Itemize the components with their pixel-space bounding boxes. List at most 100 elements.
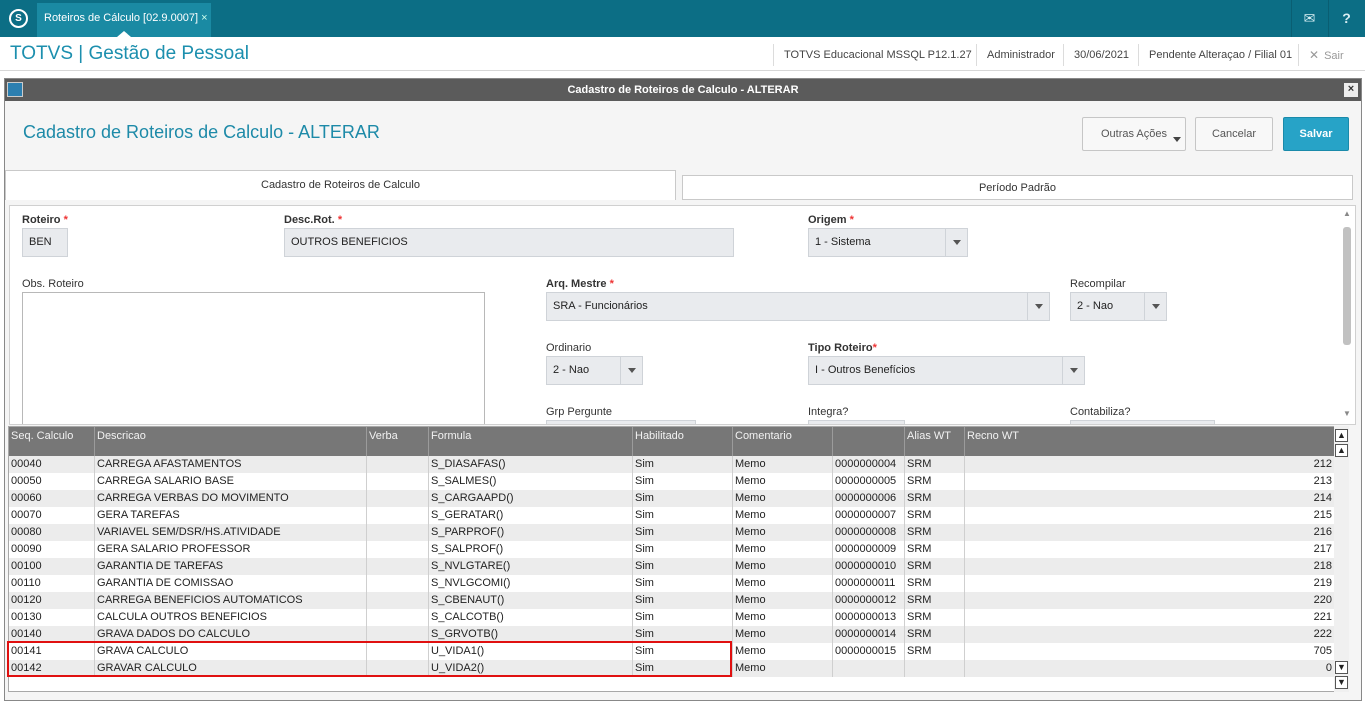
help-icon[interactable]: ? (1328, 0, 1364, 37)
col-formula[interactable]: Formula (429, 427, 633, 456)
col-verba[interactable]: Verba (367, 427, 429, 456)
tab-cadastro[interactable]: Cadastro de Roteiros de Calculo (5, 170, 676, 200)
scroll-down-icon[interactable]: ▼ (1335, 661, 1348, 674)
cell-seq: 00090 (9, 541, 95, 558)
integra-select[interactable] (808, 420, 905, 424)
desc-rot-label: Desc.Rot. * (284, 214, 343, 226)
table-row[interactable]: 00070 GERA TAREFAS S_GERATAR() Sim Memo 00000… (9, 507, 1336, 524)
window-icon (7, 82, 23, 97)
cell-alias: SRM (905, 456, 965, 473)
cancel-button[interactable]: Cancelar (1195, 117, 1273, 151)
cell-comentario: Memo (733, 643, 833, 660)
cell-comentario: Memo (733, 507, 833, 524)
table-row[interactable]: 00100 GARANTIA DE TAREFAS S_NVLGTARE() Sim M… (9, 558, 1336, 575)
col-alias-wt[interactable]: Alias WT (905, 427, 965, 456)
scroll-bottom-icon[interactable]: ▼ (1335, 676, 1348, 689)
tab-periodo-padrao[interactable]: Período Padrão (682, 175, 1353, 200)
scroll-up-icon[interactable]: ▲ (1335, 444, 1348, 457)
cell-comentario: Memo (733, 541, 833, 558)
cell-alias: SRM (905, 609, 965, 626)
contabiliza-select[interactable] (1070, 420, 1215, 424)
cell-recno: 217 (1313, 543, 1332, 555)
cell-habilitado: Sim (633, 473, 733, 490)
table-row[interactable]: 00060 CARREGA VERBAS DO MOVIMENTO S_CARGAA… (9, 490, 1336, 507)
cell-comentario: Memo (733, 490, 833, 507)
scroll-top-icon[interactable]: ▲ (1335, 429, 1348, 442)
chevron-down-icon (1173, 137, 1181, 142)
recompilar-select[interactable]: 2 - Nao (1070, 292, 1167, 321)
cell-recno: 222 (1313, 628, 1332, 640)
more-actions-label: Outras Ações (1100, 128, 1168, 140)
cell-verba (367, 541, 429, 558)
desc-rot-field[interactable]: OUTROS BENEFICIOS (284, 228, 734, 257)
cell-recno: 0 (1325, 662, 1332, 674)
col-descricao[interactable]: Descricao (95, 427, 367, 456)
scroll-up-icon[interactable]: ▲ (1343, 209, 1351, 218)
cell-verba (367, 558, 429, 575)
grp-pergunte-field[interactable] (546, 420, 696, 424)
grid-scrollbar[interactable]: ▲ ▲ ▼ ▼ (1334, 426, 1349, 692)
origem-select[interactable]: 1 - Sistema (808, 228, 968, 257)
ordinario-label: Ordinario (546, 342, 592, 354)
tipo-roteiro-label: Tipo Roteiro* (808, 342, 877, 354)
cell-alias: SRM (905, 490, 965, 507)
tipo-roteiro-select[interactable]: I - Outros Benefícios (808, 356, 1085, 385)
tab-title: Roteiros de Cálculo [02.9.0007] (44, 12, 199, 24)
mail-icon[interactable]: ✉ (1291, 0, 1327, 37)
col-code[interactable] (833, 427, 905, 456)
grp-pergunte-label: Grp Pergunte (546, 406, 613, 418)
arq-mestre-select[interactable]: SRA - Funcionários (546, 292, 1050, 321)
table-row[interactable]: 00050 CARREGA SALARIO BASE S_SALMES() Sim Me… (9, 473, 1336, 490)
roteiro-field[interactable]: BEN (22, 228, 68, 257)
col-seq-calculo[interactable]: Seq. Calculo (9, 427, 95, 456)
window-title-bar: Cadastro de Roteiros de Calculo - ALTERA… (5, 79, 1361, 101)
scrollbar-thumb[interactable] (1343, 227, 1351, 345)
cell-descricao: CARREGA BENEFICIOS AUTOMATICOS (95, 592, 367, 609)
cell-comentario: Memo (733, 524, 833, 541)
col-comentario[interactable]: Comentario (733, 427, 833, 456)
table-row[interactable]: 00080 VARIAVEL SEM/DSR/HS.ATIVIDADE S_PARP… (9, 524, 1336, 541)
table-row[interactable]: 00090 GERA SALARIO PROFESSOR S_SALPROF() Si… (9, 541, 1336, 558)
cell-recno: 214 (1313, 492, 1332, 504)
cell-seq: 00040 (9, 456, 95, 473)
cell-alias: SRM (905, 558, 965, 575)
table-row[interactable]: 00120 CARREGA BENEFICIOS AUTOMATICOS S_CBE… (9, 592, 1336, 609)
highlight-box (7, 641, 732, 677)
cell-seq: 00130 (9, 609, 95, 626)
cell-habilitado: Sim (633, 575, 733, 592)
table-row[interactable]: 00130 CALCULA OUTROS BENEFICIOS S_CALCOTB(… (9, 609, 1336, 626)
cell-formula: S_CARGAAPD() (429, 490, 633, 507)
cell-verba (367, 575, 429, 592)
app-logo-icon[interactable]: S (9, 9, 28, 28)
arq-mestre-label: Arq. Mestre * (546, 278, 614, 290)
cell-recno: 219 (1313, 577, 1332, 589)
save-button[interactable]: Salvar (1283, 117, 1349, 151)
window-close-icon[interactable]: × (1344, 83, 1358, 97)
cell-alias: SRM (905, 592, 965, 609)
form-scrollbar[interactable]: ▲ ▼ (1341, 209, 1353, 421)
cell-alias: SRM (905, 575, 965, 592)
chevron-down-icon (1062, 357, 1084, 384)
tab-close-icon[interactable]: × (201, 12, 207, 24)
environment-info: TOTVS Educacional MSSQL P12.1.27 (773, 44, 982, 66)
cell-code: 0000000007 (833, 507, 905, 524)
chevron-down-icon (945, 229, 967, 256)
table-row[interactable]: 00040 CARREGA AFASTAMENTOS S_DIASAFAS() Sim… (9, 456, 1336, 473)
tab-roteiros-de-calculo[interactable]: Roteiros de Cálculo [02.9.0007] × (37, 3, 211, 37)
cell-code: 0000000004 (833, 456, 905, 473)
logout-button[interactable]: ✕ Sair (1298, 44, 1354, 66)
cell-recno: 213 (1313, 475, 1332, 487)
cell-descricao: CARREGA VERBAS DO MOVIMENTO (95, 490, 367, 507)
cell-code: 0000000005 (833, 473, 905, 490)
table-row[interactable]: 00110 GARANTIA DE COMISSAO S_NVLGCOMI() Sim… (9, 575, 1336, 592)
cell-comentario: Memo (733, 473, 833, 490)
scroll-down-icon[interactable]: ▼ (1343, 409, 1351, 418)
chevron-down-icon (1027, 293, 1049, 320)
form-panel: Roteiro * BEN Desc.Rot. * OUTROS BENEFIC… (9, 205, 1356, 425)
col-habilitado[interactable]: Habilitado (633, 427, 733, 456)
ordinario-select[interactable]: 2 - Nao (546, 356, 643, 385)
col-recno-wt[interactable]: Recno WT (965, 427, 1336, 456)
obs-roteiro-textarea[interactable] (22, 292, 485, 424)
more-actions-button[interactable]: Outras Ações (1082, 117, 1186, 151)
cell-verba (367, 490, 429, 507)
